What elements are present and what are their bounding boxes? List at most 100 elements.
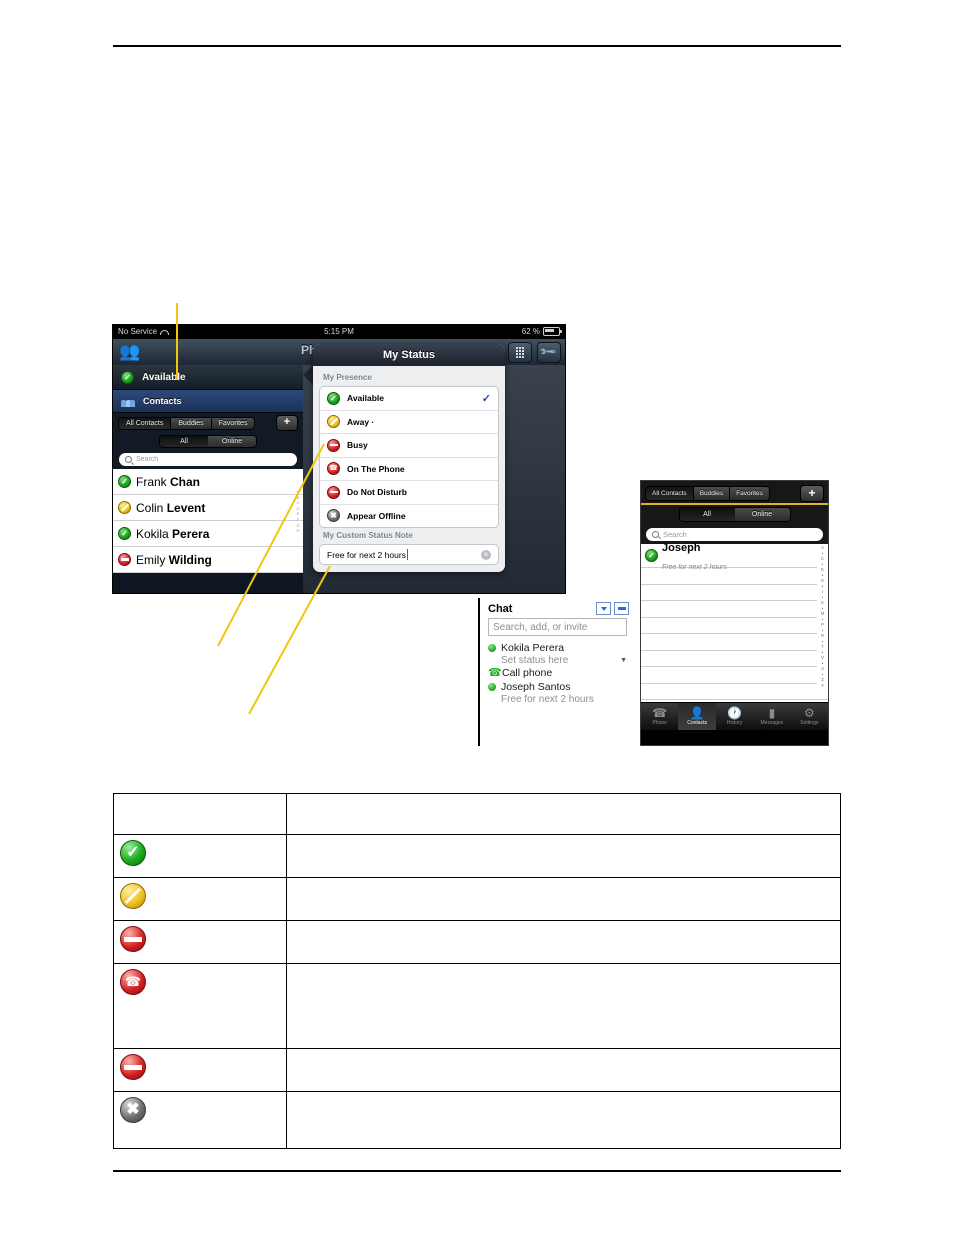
table-row bbox=[113, 793, 841, 835]
list-item[interactable]: Emily Wilding bbox=[113, 547, 303, 573]
tab-favorites[interactable]: Favorites bbox=[211, 417, 255, 429]
tab-messages[interactable]: ▮ Messages bbox=[753, 703, 790, 730]
alphabet-index[interactable]: A • C • E • G • I • K • M • P • R • T • V • X • Z # bbox=[817, 544, 828, 688]
presence-option-available[interactable]: ✓ Available ✓ bbox=[320, 387, 498, 411]
alphabet-index[interactable]: A B C D E F G H · bbox=[293, 489, 303, 539]
popover-title: My Status bbox=[383, 349, 435, 361]
ipad-sidebar: ✓ Available Contacts All Contacts Buddie… bbox=[113, 365, 303, 593]
filter-online[interactable]: Online bbox=[734, 508, 790, 521]
message-icon: ▮ bbox=[768, 706, 776, 720]
contacts-label: Contacts bbox=[143, 396, 182, 406]
iphone-filter-segments: All Online bbox=[678, 507, 791, 522]
tab-buddies[interactable]: Buddies bbox=[171, 417, 212, 429]
filter-all[interactable]: All bbox=[679, 508, 735, 521]
clock-label: 5:15 PM bbox=[324, 327, 354, 336]
list-item bbox=[641, 667, 828, 684]
contact-first-name: Emily bbox=[136, 552, 169, 567]
presence-red-phone-icon: ☎ bbox=[327, 462, 340, 476]
battery-percent-label: 62 % bbox=[521, 327, 540, 336]
filter-online[interactable]: Online bbox=[208, 436, 256, 447]
chat-panel: Chat Search, add, or invite Kokila Perer… bbox=[478, 598, 635, 746]
chat-contact-name: Joseph Santos bbox=[501, 681, 571, 693]
presence-option-busy[interactable]: Busy bbox=[320, 434, 498, 458]
contact-tabs-row: All Contacts Buddies Favorites + bbox=[113, 413, 303, 433]
presence-dot-green-icon bbox=[488, 644, 496, 652]
chevron-down-icon[interactable] bbox=[596, 602, 611, 615]
presence-green-icon: ✓ bbox=[327, 391, 340, 405]
tab-buddies[interactable]: Buddies bbox=[693, 486, 731, 500]
add-contact-button[interactable]: + bbox=[800, 484, 824, 502]
iphone-contact-list: ✓ Joseph Free for next 2 hours A • C • E • G • I… bbox=[641, 542, 828, 702]
chat-title: Chat bbox=[488, 602, 513, 615]
chevron-down-icon[interactable]: ▼ bbox=[620, 657, 627, 664]
custom-status-note-input[interactable]: Free for next 2 hours × bbox=[319, 544, 499, 565]
search-placeholder: Search bbox=[136, 456, 159, 463]
tab-label: Phone bbox=[652, 720, 667, 726]
tab-settings[interactable]: ⚙ Settings bbox=[791, 703, 828, 730]
search-row: Search bbox=[113, 450, 303, 469]
list-item[interactable]: ✓ Joseph Free for next 2 hours bbox=[641, 542, 828, 571]
clear-icon[interactable]: × bbox=[481, 549, 491, 560]
tab-phone[interactable]: ☎ Phone bbox=[641, 703, 678, 730]
presence-red-icon bbox=[118, 553, 131, 566]
option-label: Do Not Disturb bbox=[347, 487, 407, 498]
sidebar-item-contacts[interactable]: Contacts bbox=[113, 390, 303, 413]
legend-text-cell bbox=[286, 1091, 841, 1149]
presence-option-do-not-disturb[interactable]: Do Not Disturb bbox=[320, 481, 498, 505]
legend-text-cell bbox=[286, 920, 841, 964]
contact-first-name: Frank bbox=[136, 474, 171, 489]
contact-last-name: Levent bbox=[166, 500, 206, 515]
presence-option-appear-offline[interactable]: ✖ Appear Offline bbox=[320, 505, 498, 528]
chat-header-buttons bbox=[596, 602, 629, 615]
option-label: Appear Offline bbox=[347, 510, 406, 521]
option-label: Busy bbox=[347, 440, 368, 451]
search-input[interactable]: Search bbox=[119, 453, 297, 466]
contacts-icon: 👤 bbox=[689, 706, 705, 720]
presence-options: ✓ Available ✓ Away · Busy ☎ On The Phone… bbox=[319, 386, 499, 528]
table-row bbox=[113, 920, 841, 964]
my-status-popover: My Status My Presence ✓ Available ✓ Away… bbox=[313, 344, 505, 572]
legend-icon-cell bbox=[113, 877, 287, 921]
list-item[interactable]: Colin Levent bbox=[113, 495, 303, 521]
red-bar-icon bbox=[120, 926, 146, 952]
presence-yellow-icon bbox=[327, 415, 340, 429]
list-item[interactable]: ✓ Kokila Perera bbox=[113, 521, 303, 547]
add-contact-button[interactable]: + bbox=[276, 415, 298, 431]
list-item bbox=[641, 651, 828, 667]
status-bar-right: 62 % bbox=[521, 327, 562, 336]
tab-history[interactable]: 🕐 History bbox=[716, 703, 753, 730]
presence-option-away[interactable]: Away · bbox=[320, 411, 498, 434]
list-item bbox=[641, 585, 828, 601]
keypad-icon[interactable] bbox=[508, 342, 532, 363]
legend-text-cell bbox=[286, 793, 841, 835]
list-item bbox=[641, 601, 828, 618]
chat-call-phone[interactable]: ☎ Call phone bbox=[480, 666, 635, 680]
tab-all-contacts[interactable]: All Contacts bbox=[119, 417, 172, 429]
list-item bbox=[641, 684, 828, 700]
presence-option-on-the-phone[interactable]: ☎ On The Phone bbox=[320, 458, 498, 481]
my-status-row[interactable]: ✓ Available bbox=[113, 365, 303, 390]
tab-favorites[interactable]: Favorites bbox=[730, 486, 769, 500]
wrench-icon[interactable]: 🔧 bbox=[537, 342, 561, 363]
contact-list: ✓ Frank Chan Colin Levent ✓ Kokila Perer… bbox=[113, 469, 303, 573]
chat-search-input[interactable]: Search, add, or invite bbox=[488, 618, 627, 636]
contact-last-name: Wilding bbox=[168, 552, 212, 567]
presence-gray-icon: ✖ bbox=[327, 509, 340, 523]
chat-contact-self[interactable]: Kokila Perera bbox=[480, 641, 635, 655]
list-item[interactable]: ✓ Frank Chan bbox=[113, 469, 303, 495]
filter-all[interactable]: All bbox=[160, 436, 208, 447]
contact-status-note: Free for next 2 hours bbox=[662, 563, 727, 571]
tab-all-contacts[interactable]: All Contacts bbox=[646, 486, 694, 500]
presence-yellow-icon bbox=[118, 501, 131, 514]
note-section-header: My Custom Status Note bbox=[323, 531, 413, 540]
chat-contact-joseph[interactable]: Joseph Santos bbox=[480, 680, 635, 694]
presence-red-icon bbox=[327, 438, 340, 452]
option-label: Available bbox=[347, 393, 385, 404]
minimize-icon[interactable] bbox=[614, 602, 629, 615]
iphone-contact-tabs: All Contacts Buddies Favorites bbox=[645, 485, 770, 501]
chat-header: Chat bbox=[480, 598, 635, 617]
chat-status-row[interactable]: Set status here ▼ bbox=[480, 655, 635, 666]
legend-text-cell bbox=[286, 1048, 841, 1092]
tab-contacts[interactable]: 👤 Contacts bbox=[678, 703, 716, 730]
table-row: ☎ bbox=[113, 963, 841, 1049]
